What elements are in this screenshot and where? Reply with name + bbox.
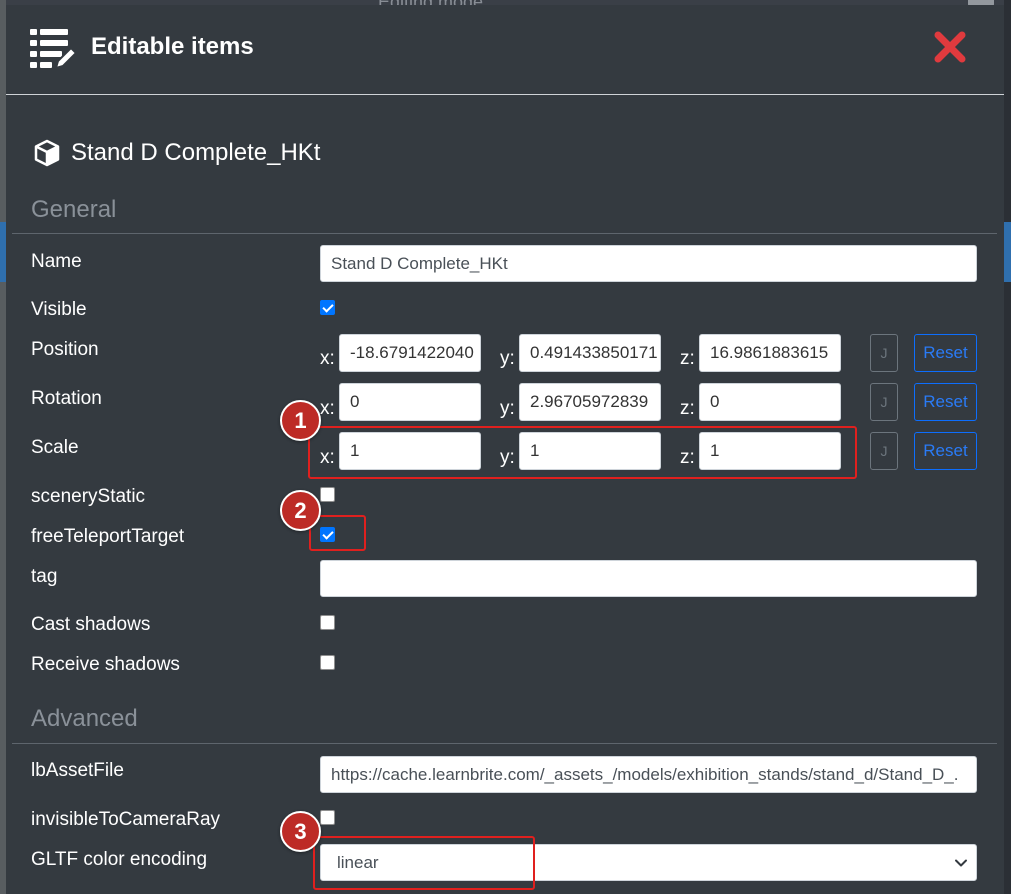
position-x-label: x:: [320, 348, 335, 369]
scenery-static-label: sceneryStatic: [31, 486, 146, 507]
editable-items-modal: Editable items Stand D Complete_HKt Gene…: [6, 5, 1004, 894]
rotation-z-label: z:: [680, 398, 695, 419]
section-advanced-divider: [12, 743, 997, 744]
cube-icon: [34, 139, 60, 167]
callout-box-scale: [308, 426, 857, 479]
gltf-color-encoding-label: GLTF color encoding: [31, 849, 208, 870]
backdrop-right-highlight: [1004, 222, 1011, 282]
position-z-label: z:: [680, 348, 695, 369]
free-teleport-target-label: freeTeleportTarget: [31, 526, 185, 547]
modal-title: Editable items: [91, 33, 254, 60]
position-y-input[interactable]: 0.491433850171: [519, 334, 661, 372]
invisible-to-camera-ray-checkbox[interactable]: [320, 810, 335, 825]
visible-label: Visible: [31, 299, 87, 320]
scale-label: Scale: [31, 437, 79, 458]
visible-checkbox[interactable]: [320, 300, 335, 315]
scale-reset-button[interactable]: Reset: [914, 432, 977, 470]
rotation-z-input[interactable]: 0: [699, 383, 841, 421]
modal-header: Editable items: [6, 5, 1004, 95]
invisible-to-camera-ray-label: invisibleToCameraRay: [31, 809, 221, 830]
section-general-divider: [12, 233, 997, 234]
list-edit-icon: [30, 29, 78, 70]
rotation-y-label: y:: [500, 398, 515, 419]
lb-asset-file-input[interactable]: https://cache.learnbrite.com/_assets_/mo…: [320, 756, 977, 793]
tag-label: tag: [31, 566, 58, 587]
rotation-j-button[interactable]: J: [870, 383, 898, 421]
item-heading: Stand D Complete_HKt: [33, 137, 320, 169]
callout-box-gltf-encoding: [313, 836, 535, 890]
rotation-x-label: x:: [320, 398, 335, 419]
lb-asset-file-label: lbAssetFile: [31, 760, 124, 781]
position-z-input[interactable]: 16.9861883615: [699, 334, 841, 372]
callout-badge-3: 3: [280, 811, 321, 852]
rotation-label: Rotation: [31, 388, 102, 409]
tag-input[interactable]: [320, 560, 977, 597]
position-j-button[interactable]: J: [870, 334, 898, 372]
position-reset-button[interactable]: Reset: [914, 334, 977, 372]
scale-j-button[interactable]: J: [870, 432, 898, 470]
section-advanced-title: Advanced: [31, 705, 138, 732]
rotation-reset-button[interactable]: Reset: [914, 383, 977, 421]
scenery-static-checkbox[interactable]: [320, 487, 335, 502]
position-label: Position: [31, 339, 99, 360]
position-x-input[interactable]: -18.6791422040: [339, 334, 481, 372]
item-title: Stand D Complete_HKt: [71, 139, 321, 166]
callout-badge-2: 2: [280, 490, 321, 531]
rotation-x-input[interactable]: 0: [339, 383, 481, 421]
name-label: Name: [31, 251, 82, 272]
close-icon[interactable]: [933, 30, 967, 64]
name-input[interactable]: Stand D Complete_HKt: [320, 245, 977, 282]
receive-shadows-label: Receive shadows: [31, 654, 180, 675]
cast-shadows-label: Cast shadows: [31, 614, 151, 635]
cast-shadows-checkbox[interactable]: [320, 615, 335, 630]
callout-badge-1: 1: [280, 400, 321, 441]
position-y-label: y:: [500, 348, 515, 369]
chevron-down-icon: [955, 859, 967, 867]
backdrop-right-edge: [1004, 0, 1011, 894]
rotation-y-input[interactable]: 2.96705972839: [519, 383, 661, 421]
receive-shadows-checkbox[interactable]: [320, 655, 335, 670]
section-general-title: General: [31, 196, 117, 223]
